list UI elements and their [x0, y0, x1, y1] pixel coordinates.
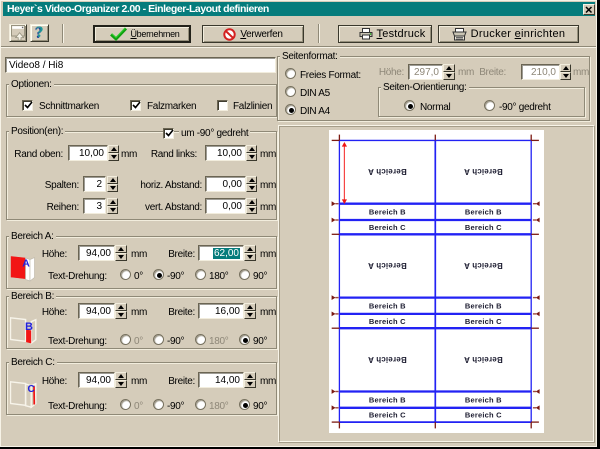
svg-text:Bereich B: Bereich B	[369, 208, 406, 217]
svg-text:Bereich C: Bereich C	[465, 317, 502, 326]
svg-text:Bereich A: Bereich A	[464, 167, 503, 176]
svg-text:Bereich B: Bereich B	[369, 395, 406, 404]
svg-text:Bereich B: Bereich B	[465, 302, 502, 311]
svg-text:Bereich A: Bereich A	[368, 167, 407, 176]
svg-text:Bereich A: Bereich A	[368, 355, 407, 364]
svg-text:Bereich A: Bereich A	[464, 261, 503, 270]
svg-text:Bereich A: Bereich A	[464, 355, 503, 364]
svg-text:Bereich C: Bereich C	[465, 223, 502, 232]
svg-text:Bereich C: Bereich C	[369, 411, 406, 420]
svg-text:Bereich B: Bereich B	[369, 302, 406, 311]
svg-text:Bereich C: Bereich C	[369, 223, 406, 232]
svg-text:Bereich A: Bereich A	[368, 261, 407, 270]
svg-text:Bereich C: Bereich C	[465, 411, 502, 420]
svg-text:Bereich B: Bereich B	[465, 395, 502, 404]
svg-text:Bereich C: Bereich C	[369, 317, 406, 326]
svg-text:Bereich B: Bereich B	[465, 208, 502, 217]
